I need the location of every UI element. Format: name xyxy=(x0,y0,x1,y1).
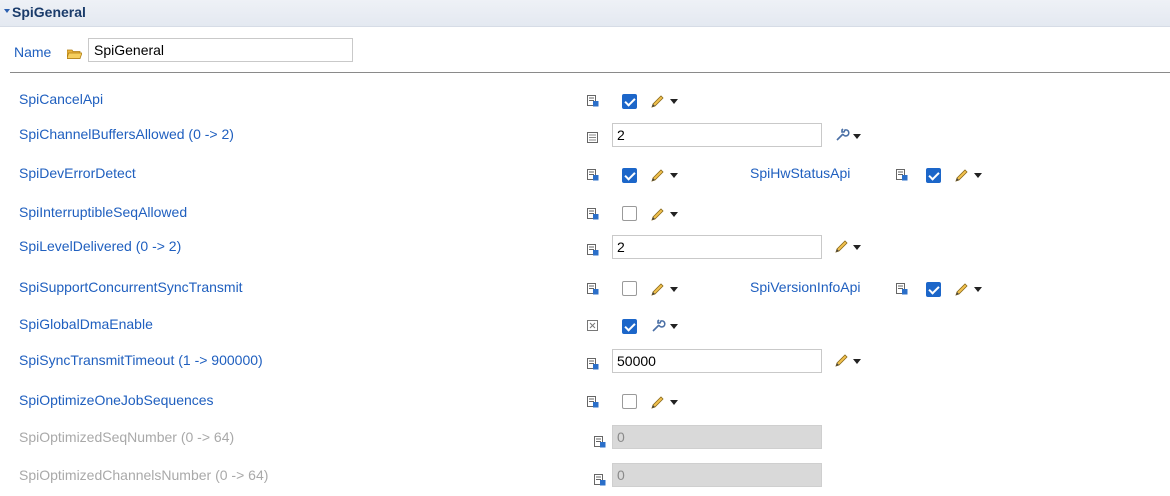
dropdown-arrow-icon[interactable] xyxy=(670,173,678,178)
parameter-icon xyxy=(594,474,606,486)
wrench-icon[interactable] xyxy=(650,319,666,333)
param-label: SpiDevErrorDetect xyxy=(19,165,136,181)
param-label: SpiGlobalDmaEnable xyxy=(19,316,153,332)
parameter-icon xyxy=(587,320,598,331)
spiinterruptibleseqallowed-checkbox[interactable] xyxy=(622,206,637,221)
spioptimizedseqnumber-input: 0 xyxy=(612,425,822,449)
pencil-icon[interactable] xyxy=(650,208,666,222)
input-value: 2 xyxy=(617,127,625,143)
parameter-icon xyxy=(896,169,908,181)
row-spisynctransmittimeout: SpiSyncTransmitTimeout (1 -> 900000) 500… xyxy=(0,347,1170,377)
spiversioninfoapi-label: SpiVersionInfoApi xyxy=(750,279,861,295)
name-row: Name SpiGeneral xyxy=(0,38,1170,64)
param-label: SpiLevelDelivered (0 -> 2) xyxy=(19,238,182,254)
spichannelbuffersallowed-input[interactable]: 2 xyxy=(612,123,822,147)
parameter-icon xyxy=(587,244,599,256)
row-spideverrordetect: SpiDevErrorDetect SpiHwStatusApi xyxy=(0,160,1170,190)
spioptimizedchannelsnumber-input: 0 xyxy=(612,463,822,487)
pencil-icon[interactable] xyxy=(834,354,850,368)
param-label: SpiOptimizedChannelsNumber (0 -> 64) xyxy=(19,467,269,483)
section-title: SpiGeneral xyxy=(12,4,86,20)
pencil-icon[interactable] xyxy=(954,169,970,183)
input-value: 0 xyxy=(617,467,625,483)
parameter-icon xyxy=(587,169,599,181)
dropdown-arrow-icon[interactable] xyxy=(670,99,678,104)
parameter-icon xyxy=(587,396,599,408)
dropdown-arrow-icon[interactable] xyxy=(974,173,982,178)
spisynctransmittimeout-input[interactable]: 50000 xyxy=(612,349,822,373)
param-label: SpiInterruptibleSeqAllowed xyxy=(19,204,188,220)
spiversioninfoapi-checkbox[interactable] xyxy=(926,282,941,297)
param-label: SpiChannelBuffersAllowed (0 -> 2) xyxy=(19,126,234,142)
param-label: SpiSyncTransmitTimeout (1 -> 900000) xyxy=(19,352,263,368)
spihwstatusapi-checkbox[interactable] xyxy=(926,168,941,183)
dropdown-arrow-icon[interactable] xyxy=(853,359,861,364)
parameter-icon xyxy=(896,283,908,295)
pencil-icon[interactable] xyxy=(954,283,970,297)
input-value: 2 xyxy=(617,239,625,255)
param-label: SpiOptimizedSeqNumber (0 -> 64) xyxy=(19,429,235,445)
parameter-icon xyxy=(587,132,598,143)
header-separator xyxy=(10,72,1170,73)
param-label: SpiCancelApi xyxy=(19,91,104,107)
parameter-icon xyxy=(587,283,599,295)
spihwstatusapi-label: SpiHwStatusApi xyxy=(750,165,851,181)
pencil-icon[interactable] xyxy=(834,240,850,254)
spicancelapi-checkbox[interactable] xyxy=(622,94,637,109)
parameter-icon xyxy=(587,358,599,370)
section-header-spigeneral[interactable]: SpiGeneral xyxy=(0,0,1170,27)
dropdown-arrow-icon[interactable] xyxy=(670,212,678,217)
row-spileveldelivered: SpiLevelDelivered (0 -> 2) 2 xyxy=(0,233,1170,263)
dropdown-arrow-icon[interactable] xyxy=(853,134,861,139)
row-spioptimizedseqnumber: SpiOptimizedSeqNumber (0 -> 64) 0 xyxy=(0,424,1170,454)
name-label: Name xyxy=(14,44,52,60)
pencil-icon[interactable] xyxy=(650,396,666,410)
row-spichannelbuffersallowed: SpiChannelBuffersAllowed (0 -> 2) 2 xyxy=(0,121,1170,151)
parameter-icon xyxy=(587,95,599,107)
pencil-icon[interactable] xyxy=(650,169,666,183)
name-field-value: SpiGeneral xyxy=(94,42,165,58)
folder-icon[interactable] xyxy=(67,49,82,59)
input-value: 0 xyxy=(617,429,625,445)
param-label: SpiSupportConcurrentSyncTransmit xyxy=(19,279,243,295)
row-spicancelapi: SpiCancelApi xyxy=(0,86,1170,116)
row-spioptimizeonejobsequences: SpiOptimizeOneJobSequences xyxy=(0,387,1170,417)
chevron-down-icon[interactable] xyxy=(4,9,10,13)
dropdown-arrow-icon[interactable] xyxy=(670,400,678,405)
row-spiinterruptibleseqallowed: SpiInterruptibleSeqAllowed xyxy=(0,199,1170,229)
spileveldelivered-input[interactable]: 2 xyxy=(612,235,822,259)
row-spioptimizedchannelsnumber: SpiOptimizedChannelsNumber (0 -> 64) 0 xyxy=(0,462,1170,492)
input-value: 50000 xyxy=(617,353,656,369)
parameter-icon xyxy=(587,208,599,220)
pencil-icon[interactable] xyxy=(650,95,666,109)
spideverrordetect-checkbox[interactable] xyxy=(622,168,637,183)
dropdown-arrow-icon[interactable] xyxy=(974,287,982,292)
dropdown-arrow-icon[interactable] xyxy=(670,287,678,292)
param-label: SpiOptimizeOneJobSequences xyxy=(19,392,214,408)
spiglobaldmaenable-checkbox[interactable] xyxy=(622,319,637,334)
parameter-icon xyxy=(594,436,606,448)
wrench-icon[interactable] xyxy=(834,128,850,142)
pencil-icon[interactable] xyxy=(650,283,666,297)
name-field[interactable]: SpiGeneral xyxy=(88,38,353,62)
spioptimizeonejobsequences-checkbox[interactable] xyxy=(622,394,637,409)
row-spisupportconcurrentsynctransmit: SpiSupportConcurrentSyncTransmit SpiVers… xyxy=(0,274,1170,304)
dropdown-arrow-icon[interactable] xyxy=(670,324,678,329)
spisupportconcurrentsynctransmit-checkbox[interactable] xyxy=(622,281,637,296)
dropdown-arrow-icon[interactable] xyxy=(853,245,861,250)
row-spiglobaldmaenable: SpiGlobalDmaEnable xyxy=(0,311,1170,341)
